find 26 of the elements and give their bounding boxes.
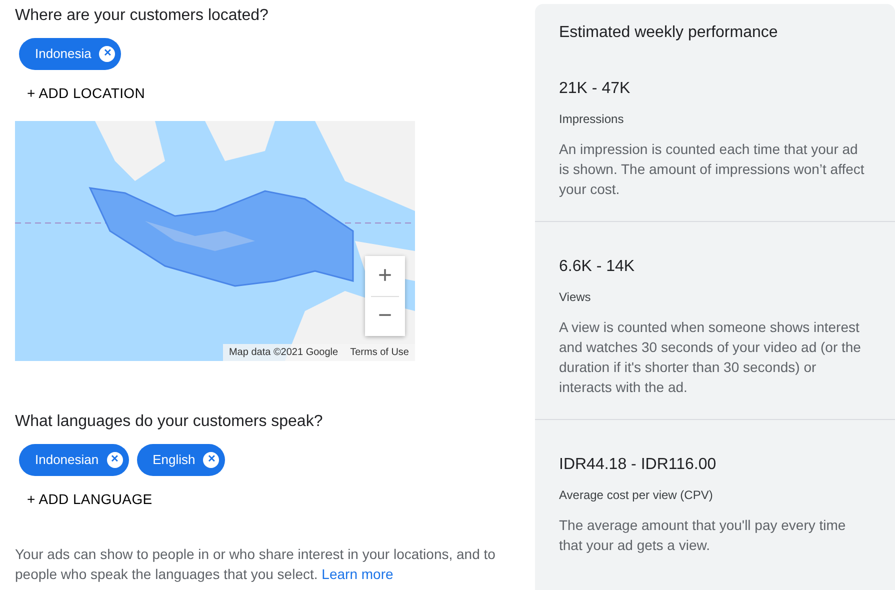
metric-label: Views: [559, 289, 592, 306]
section-heading: What languages do your customers speak?: [15, 412, 324, 432]
metric-label: Average cost per view (CPV): [559, 487, 714, 504]
metric-description: The average amount that you'll pay every time that your ad gets a view.: [559, 516, 847, 555]
metric-description: An impression is counted each time that your ad is shown. The amount of impressions won’t affect your cost.: [559, 140, 866, 199]
panel-title: Estimated weekly performance: [558, 23, 779, 43]
learn-more-link[interactable]: Learn more: [322, 566, 394, 582]
add-button[interactable]: + ADD LANGUAGE: [27, 489, 152, 510]
remove-icon[interactable]: ✕: [99, 46, 116, 62]
metric-description: A view is counted when someone shows interest and watches 30 seconds of your video ad (or the duration if it's shorter than 30 seconds) or interacts with the ad.: [559, 318, 862, 397]
metric-value: 6.6K - 14K: [559, 257, 636, 277]
chip[interactable]: Indonesian ✕: [19, 444, 129, 476]
map-attribution: Map data ©2021 Google: [228, 346, 338, 360]
section-heading: Where are your customers located?: [15, 6, 270, 26]
remove-icon[interactable]: ✕: [203, 452, 220, 468]
info-text: Your ads can show to people in or who share interest in your locations, and to people who speak the languages that you select. Learn more: [15, 545, 496, 584]
metric-label: Impressions: [559, 111, 625, 128]
metric-value: IDR44.18 - IDR116.00: [559, 455, 718, 475]
chip[interactable]: English ✕: [136, 444, 226, 476]
zoom-in-button[interactable]: +: [365, 256, 405, 296]
zoom-out-button[interactable]: −: [365, 296, 405, 336]
remove-icon[interactable]: ✕: [106, 452, 123, 468]
terms-link[interactable]: Terms of Use: [350, 345, 409, 360]
chip[interactable]: Indonesia ✕: [19, 38, 122, 70]
add-button[interactable]: + ADD LOCATION: [27, 83, 146, 104]
metric-value: 21K - 47K: [559, 79, 632, 99]
